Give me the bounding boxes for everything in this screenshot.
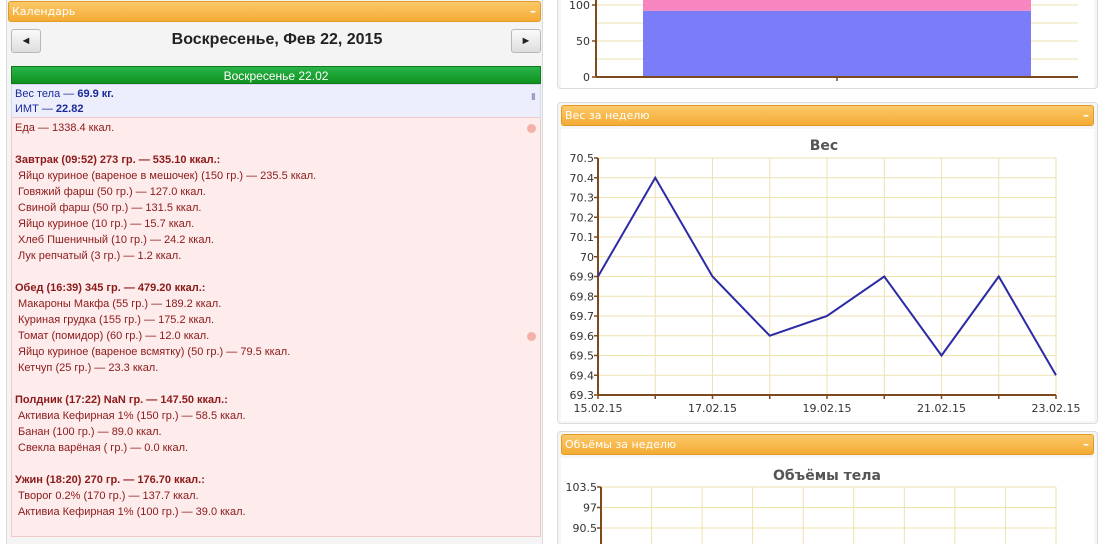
food-list: Еда — 1338.4 ккал. Завтрак (09:52) 273 гр…: [15, 120, 537, 520]
food-item: Свиной фарш (50 гр.) — 131.5 ккал.: [18, 202, 202, 214]
chart-title: Объёмы тела: [773, 468, 881, 484]
composition-chart: 0 50 100: [569, 0, 1078, 84]
y-tick-label: 70: [580, 251, 594, 264]
y-tick-label: 69.7: [570, 310, 595, 323]
weight-label: Вес тела —: [15, 88, 78, 100]
food-item: Свекла варёная ( гр.) — 0.0 ккал.: [18, 442, 189, 454]
y-tick-label: 69.3: [570, 389, 595, 402]
meal-header: Обед (16:39) 345 гр. — 479.20 ккал.:: [15, 282, 206, 294]
food-item: Банан (100 гр.) — 89.0 ккал.: [18, 426, 162, 438]
chart-area: 69.3 69.4 69.5 69.6 69.7 69.8 69.9 70 70.1 70.2 70…: [561, 129, 1094, 421]
y-tick-label: 70.4: [570, 172, 595, 185]
food-item: Говяжий фарш (50 гр.) — 127.0 ккал.: [18, 186, 206, 198]
collapse-icon[interactable]: –: [530, 2, 536, 21]
food-item: Активиа Кефирная 1% (100 гр.) — 39.0 кка…: [18, 506, 246, 518]
x-tick-label: 19.02.15: [803, 402, 852, 415]
x-tick-label: 21.02.15: [917, 402, 966, 415]
week-weight-title: Вес за неделю: [565, 109, 650, 122]
food-total: Еда — 1338.4 ккал.: [15, 122, 115, 134]
y-tick-label: 70.5: [570, 152, 595, 165]
y-tick-label: 90.5: [573, 522, 598, 535]
calendar-header: Календарь –: [8, 1, 541, 22]
food-item: Лук репчатый (3 гр.) — 1.2 ккал.: [18, 250, 182, 262]
food-box: Еда — 1338.4 ккал. Завтрак (09:52) 273 гр…: [11, 117, 541, 537]
y-tick-label: 69.8: [570, 290, 595, 303]
x-tick-label: 15.02.15: [574, 402, 623, 415]
week-volume-panel: Объёмы за неделю – 103.59790.584Объёмы т…: [557, 431, 1098, 544]
collapse-icon[interactable]: –: [1083, 435, 1089, 454]
weight-chart: 69.3 69.4 69.5 69.6 69.7 69.8 69.9 70 70.1 70.2 70…: [570, 138, 1081, 415]
food-item: Макароны Макфа (55 гр.) — 189.2 ккал.: [18, 298, 222, 310]
apple-icon[interactable]: [527, 124, 536, 133]
prev-day-button[interactable]: ◄: [11, 29, 41, 53]
y-tick-label: 103.5: [566, 481, 598, 494]
next-day-button[interactable]: ►: [511, 29, 541, 53]
food-item: Куриная грудка (155 гр.) — 175.2 ккал.: [18, 314, 215, 326]
day-header: Воскресенье 22.02: [11, 66, 541, 84]
food-item: Кетчуп (25 гр.) — 23.3 ккал.: [18, 362, 159, 374]
x-tick-label: 23.02.15: [1032, 402, 1081, 415]
y-tick-label: 100: [569, 0, 590, 12]
meal-header: Полдник (17:22) NaN гр. — 147.50 ккал.:: [15, 394, 228, 406]
food-item: Яйцо куриное (вареное в мешочек) (150 гр…: [18, 170, 317, 182]
collapse-icon[interactable]: –: [1083, 106, 1089, 125]
y-tick-label: 70.2: [570, 211, 595, 224]
week-weight-header: Вес за неделю –: [561, 105, 1094, 126]
chart-area: 0 50 100: [561, 0, 1094, 88]
food-item: Хлеб Пшеничный (10 гр.) — 24.2 ккал.: [18, 234, 214, 246]
bmi-label: ИМТ —: [15, 103, 56, 115]
bar: [643, 10, 1031, 77]
bar: [643, 0, 1031, 11]
food-item: Творог 0.2% (170 гр.) — 137.7 ккал.: [18, 490, 199, 502]
weight-box: Вес тела — 69.9 кг. ИМТ — 22.82 ▮: [11, 84, 541, 118]
y-tick-label: 70.1: [570, 231, 595, 244]
chart-area: 103.59790.584Объёмы тела: [561, 458, 1094, 544]
food-item: Активиа Кефирная 1% (150 гр.) — 58.5 кка…: [18, 410, 246, 422]
chart-title: Вес: [810, 138, 838, 154]
meal-header: Завтрак (09:52) 273 гр. — 535.10 ккал.:: [15, 154, 221, 166]
week-volume-title: Объёмы за неделю: [565, 438, 677, 451]
food-item: Яйцо куриное (10 гр.) — 15.7 ккал.: [18, 218, 195, 230]
date-title: Воскресенье, Фев 22, 2015: [171, 31, 383, 48]
y-tick-label: 69.4: [570, 369, 595, 382]
apple-icon[interactable]: [527, 332, 536, 341]
food-item: Яйцо куриное (вареное всмятку) (50 гр.) …: [18, 346, 291, 358]
trash-icon[interactable]: ▮: [531, 91, 536, 102]
bmi-value: 22.82: [55, 103, 84, 115]
y-tick-label: 69.6: [570, 330, 595, 343]
y-tick-label: 69.9: [570, 271, 595, 284]
y-tick-label: 97: [583, 502, 597, 515]
week-volume-header: Объёмы за неделю –: [561, 434, 1094, 455]
bmi-line: ИМТ — 22.82: [15, 102, 537, 117]
y-tick-label: 50: [576, 35, 590, 48]
y-tick-label: 0: [583, 71, 590, 84]
calendar-panel: Календарь – ◄ Воскресенье, Фев 22, 2015 …: [6, 0, 543, 544]
y-tick-label: 70.3: [570, 192, 595, 205]
calendar-title: Календарь: [12, 5, 76, 18]
weight-value: 69.9 кг.: [77, 88, 114, 100]
week-weight-panel: Вес за неделю – 69.3 69.4 69.5 69.6 69.7 69.8…: [557, 102, 1098, 424]
y-tick-label: 69.5: [570, 350, 595, 363]
body-composition-panel: 0 50 100: [557, 0, 1098, 89]
x-tick-label: 17.02.15: [688, 402, 737, 415]
volume-chart: 103.59790.584Объёмы тела: [566, 468, 1057, 544]
weight-line: Вес тела — 69.9 кг.: [15, 87, 537, 102]
food-item: Томат (помидор) (60 гр.) — 12.0 ккал.: [18, 330, 210, 342]
meal-header: Ужин (18:20) 270 гр. — 176.70 ккал.:: [15, 474, 205, 486]
